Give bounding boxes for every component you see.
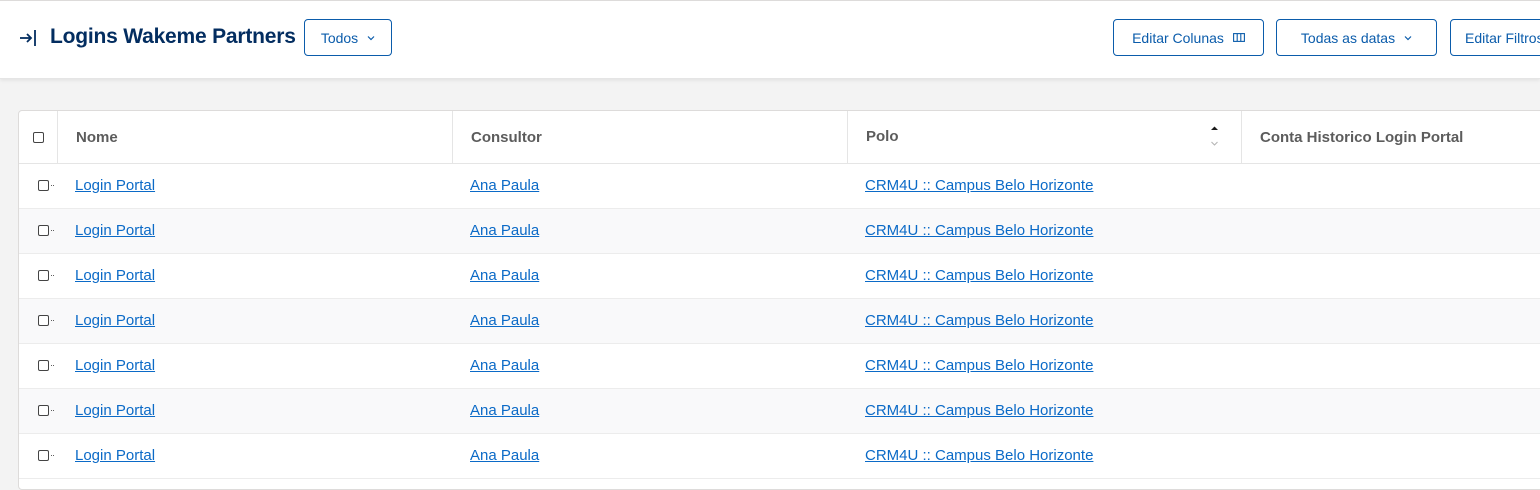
row-polo-link[interactable]: CRM4U :: Campus Belo Horizonte — [865, 312, 1093, 329]
table-row: ·· Login Portal Ana Paula CRM4U :: Campu… — [19, 209, 1540, 254]
row-checkbox[interactable] — [38, 180, 49, 191]
chevron-down-icon — [367, 35, 375, 41]
row-polo-link[interactable]: CRM4U :: Campus Belo Horizonte — [865, 267, 1093, 284]
table-row: ·· Login Portal Ana Paula CRM4U :: Campu… — [19, 164, 1540, 209]
row-consultor-link[interactable]: Ana Paula — [470, 312, 539, 329]
data-table: Nome Consultor Polo Conta Historico Logi… — [18, 110, 1540, 490]
column-header-conta[interactable]: Conta Historico Login Portal — [1241, 111, 1540, 163]
row-consultor-link[interactable]: Ana Paula — [470, 447, 539, 464]
row-drag-handle-icon[interactable]: ·· — [50, 361, 55, 370]
row-drag-handle-icon[interactable]: ·· — [50, 271, 55, 280]
row-checkbox[interactable] — [38, 225, 49, 236]
row-checkbox[interactable] — [38, 405, 49, 416]
list-filter-label: Todos — [320, 29, 359, 46]
row-drag-handle-icon[interactable]: ·· — [50, 316, 55, 325]
row-select[interactable]: ·· — [38, 180, 55, 191]
edit-columns-label: Editar Colunas — [1132, 29, 1224, 46]
row-nome-link[interactable]: Login Portal — [75, 222, 155, 239]
login-icon — [18, 27, 40, 49]
row-select[interactable]: ·· — [38, 270, 55, 281]
row-checkbox[interactable] — [38, 270, 49, 281]
columns-icon — [1232, 33, 1245, 42]
row-checkbox[interactable] — [38, 315, 49, 326]
row-drag-handle-icon[interactable]: ·· — [50, 451, 55, 460]
list-filter-dropdown[interactable]: Todos — [304, 19, 392, 56]
date-range-dropdown[interactable]: Todas as datas — [1276, 19, 1437, 56]
row-select[interactable]: ·· — [38, 225, 55, 236]
table-row: ·· Login Portal Ana Paula CRM4U :: Campu… — [19, 434, 1540, 479]
row-drag-handle-icon[interactable]: ·· — [50, 181, 55, 190]
column-header-nome[interactable]: Nome — [57, 111, 452, 163]
row-nome-link[interactable]: Login Portal — [75, 312, 155, 329]
edit-filters-label: Editar Filtros — [1465, 29, 1540, 46]
row-polo-link[interactable]: CRM4U :: Campus Belo Horizonte — [865, 402, 1093, 419]
row-polo-link[interactable]: CRM4U :: Campus Belo Horizonte — [865, 357, 1093, 374]
edit-filters-button[interactable]: Editar Filtros — [1450, 19, 1540, 56]
row-polo-link[interactable]: CRM4U :: Campus Belo Horizonte — [865, 447, 1093, 464]
row-select[interactable]: ·· — [38, 360, 55, 371]
select-all-checkbox[interactable] — [32, 131, 44, 143]
column-header-polo-label: Polo — [866, 128, 899, 145]
date-range-label: Todas as datas — [1300, 29, 1396, 46]
row-nome-link[interactable]: Login Portal — [75, 402, 155, 419]
table-header: Nome Consultor Polo Conta Historico Logi… — [19, 111, 1540, 164]
table-row: ·· Login Portal Ana Paula CRM4U :: Campu… — [19, 299, 1540, 344]
column-header-polo[interactable]: Polo — [847, 111, 1241, 163]
row-consultor-link[interactable]: Ana Paula — [470, 357, 539, 374]
row-polo-link[interactable]: CRM4U :: Campus Belo Horizonte — [865, 222, 1093, 239]
column-header-consultor[interactable]: Consultor — [452, 111, 847, 163]
row-consultor-link[interactable]: Ana Paula — [470, 222, 539, 239]
row-nome-link[interactable]: Login Portal — [75, 267, 155, 284]
row-select[interactable]: ·· — [38, 450, 55, 461]
row-checkbox[interactable] — [38, 450, 49, 461]
row-consultor-link[interactable]: Ana Paula — [470, 177, 539, 194]
table-row: ·· Login Portal Ana Paula CRM4U :: Campu… — [19, 344, 1540, 389]
select-all-cell — [19, 111, 57, 163]
row-nome-link[interactable]: Login Portal — [75, 357, 155, 374]
sort-ascending-icon[interactable] — [1210, 125, 1219, 151]
table-row: ·· Login Portal Ana Paula CRM4U :: Campu… — [19, 254, 1540, 299]
table-row: ·· Login Portal Ana Paula CRM4U :: Campu… — [19, 389, 1540, 434]
row-nome-link[interactable]: Login Portal — [75, 177, 155, 194]
row-drag-handle-icon[interactable]: ·· — [50, 226, 55, 235]
page-title: Logins Wakeme Partners — [50, 25, 296, 48]
row-drag-handle-icon[interactable]: ·· — [50, 406, 55, 415]
row-select[interactable]: ·· — [38, 405, 55, 416]
row-consultor-link[interactable]: Ana Paula — [470, 402, 539, 419]
row-polo-link[interactable]: CRM4U :: Campus Belo Horizonte — [865, 177, 1093, 194]
chevron-down-icon — [1404, 35, 1412, 41]
row-consultor-link[interactable]: Ana Paula — [470, 267, 539, 284]
edit-columns-button[interactable]: Editar Colunas — [1113, 19, 1264, 56]
row-nome-link[interactable]: Login Portal — [75, 447, 155, 464]
row-select[interactable]: ·· — [38, 315, 55, 326]
page-header: Logins Wakeme Partners Todos Editar Colu… — [0, 0, 1540, 79]
row-checkbox[interactable] — [38, 360, 49, 371]
